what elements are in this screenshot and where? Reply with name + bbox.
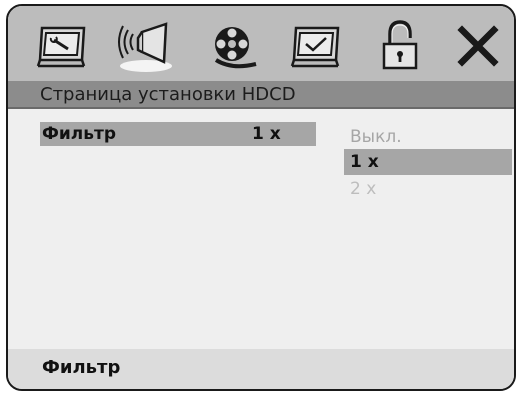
lock-icon	[382, 20, 418, 70]
video-setup-tab[interactable]	[202, 14, 262, 76]
setup-toolbar	[8, 6, 514, 81]
close-icon	[457, 25, 499, 67]
speaker-icon	[118, 22, 172, 72]
footer-status-bar: Фильтр	[8, 349, 514, 389]
page-title: Страница установки HDCD	[40, 84, 296, 105]
film-reel-icon	[214, 27, 257, 69]
wrench-monitor-icon	[36, 26, 86, 68]
menu-item-value: 1 x	[252, 124, 281, 144]
menu-item-filter[interactable]: Фильтр 1 x	[40, 122, 316, 146]
option-2x-label: 2 x	[350, 179, 377, 199]
audio-setup-tab[interactable]	[116, 14, 176, 76]
checkmark-monitor-icon	[290, 26, 340, 68]
password-setup-tab[interactable]	[370, 14, 430, 76]
option-off[interactable]: Выкл.	[344, 124, 512, 150]
menu-item-label: Фильтр	[42, 124, 116, 144]
page-title-bar: Страница установки HDCD	[8, 81, 514, 109]
dvd-setup-screen: Страница установки HDCD Фильтр 1 x Выкл.…	[6, 4, 516, 391]
option-1x[interactable]: 1 x	[344, 149, 512, 175]
option-1x-label: 1 x	[350, 152, 379, 172]
general-setup-tab[interactable]	[32, 14, 92, 76]
exit-setup-tab[interactable]	[448, 14, 508, 76]
option-2x[interactable]: 2 x	[344, 176, 512, 202]
footer-hint: Фильтр	[42, 357, 121, 378]
preferences-tab[interactable]	[286, 14, 346, 76]
option-off-label: Выкл.	[350, 127, 402, 147]
